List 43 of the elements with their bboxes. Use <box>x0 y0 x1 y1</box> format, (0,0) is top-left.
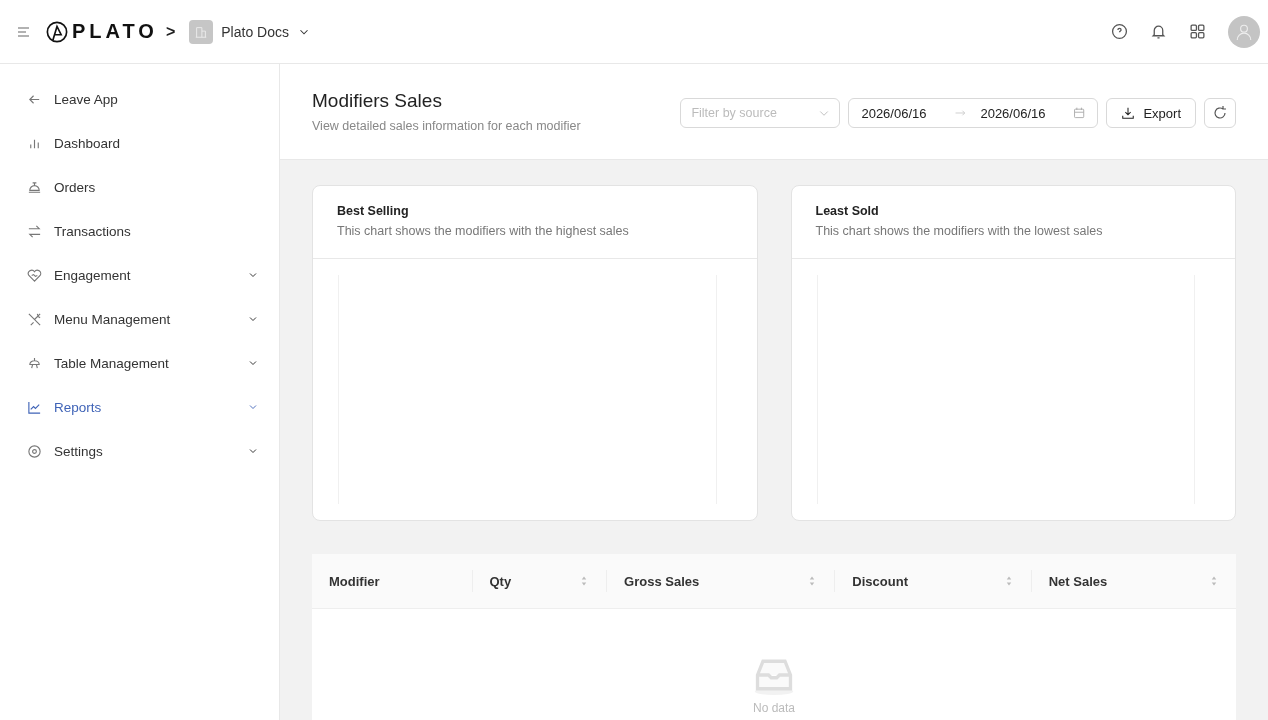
page-title: Modifiers Sales <box>312 90 443 112</box>
download-icon <box>1121 106 1136 120</box>
card-title: Least Sold <box>815 204 880 218</box>
sidebar-item[interactable]: Leave App <box>0 77 279 121</box>
empty-text: No data <box>753 701 795 715</box>
column-header[interactable]: Modifier <box>312 554 472 608</box>
calendar-icon <box>1073 106 1086 120</box>
cutlery-icon <box>27 311 42 327</box>
logo-mark-icon <box>46 20 68 43</box>
breadcrumb-separator: > <box>165 22 176 41</box>
bell-icon <box>1150 23 1167 40</box>
sidebar-item[interactable]: Dashboard <box>0 121 279 165</box>
card-subtitle: This chart shows the modifiers with the lowest sales <box>815 224 1104 238</box>
help-icon <box>1111 23 1128 40</box>
gear-icon <box>27 443 42 459</box>
card-title: Best Selling <box>337 204 410 218</box>
card-subtitle: This chart shows the modifiers with the highest sales <box>337 224 630 238</box>
logo-text: PLATO <box>72 20 158 43</box>
sidebar-item[interactable]: Table Management <box>0 341 279 385</box>
column-header[interactable]: Net Sales <box>1031 554 1237 608</box>
sidebar-item[interactable]: Reports <box>0 385 279 429</box>
sidebar-item[interactable]: Engagement <box>0 253 279 297</box>
column-header[interactable]: Gross Sales <box>607 554 835 608</box>
source-filter-field[interactable]: Filter by source <box>680 98 841 128</box>
page-subtitle: View detailed sales information for each modifier <box>312 119 581 133</box>
column-header[interactable]: Qty <box>472 554 607 608</box>
column-header[interactable]: Discount <box>835 554 1031 608</box>
sidebar-item[interactable]: Settings <box>0 429 279 473</box>
date-range-field[interactable]: 2026/06/16 2026/06/16 <box>848 98 1099 128</box>
sidebar-item[interactable]: Transactions <box>0 209 279 253</box>
chart-icon <box>27 399 42 415</box>
refresh-button[interactable] <box>1204 98 1236 128</box>
table-icon <box>27 355 42 371</box>
apps-grid-icon <box>1189 23 1206 40</box>
sidebar-item[interactable]: Orders <box>0 165 279 209</box>
sidebar-item[interactable]: Menu Management <box>0 297 279 341</box>
refresh-icon <box>1212 105 1228 121</box>
heart-icon <box>27 267 42 283</box>
swap-icon <box>27 223 42 239</box>
bell-icon <box>27 179 42 195</box>
building-icon <box>189 19 214 44</box>
export-button[interactable]: Export <box>1106 98 1196 128</box>
workspace-selector[interactable]: Plato Docs <box>189 19 311 44</box>
